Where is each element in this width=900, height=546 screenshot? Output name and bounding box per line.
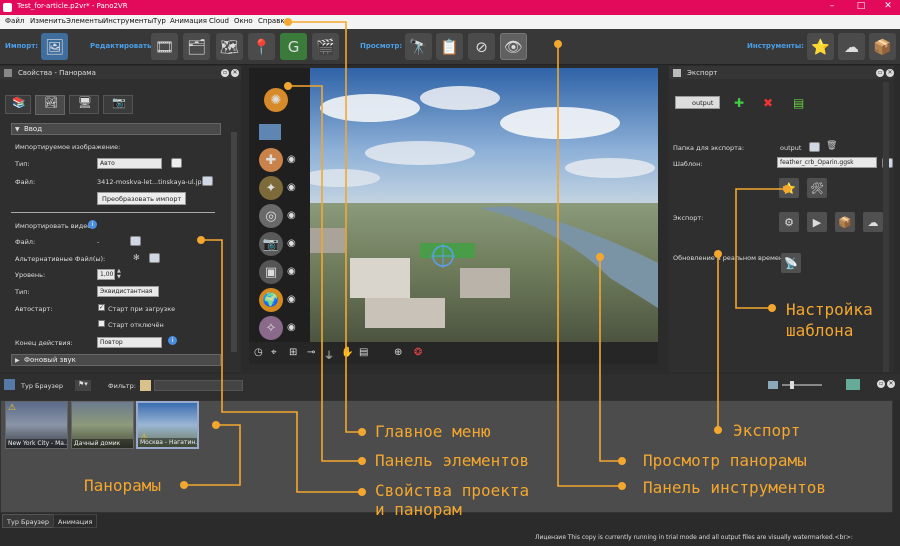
callout-export: Экспорт [733, 421, 801, 440]
callout-main-menu: Главное меню [375, 422, 491, 441]
callout-props-line1: Свойства проекта [375, 481, 530, 500]
callout-template-line2: шаблона [786, 321, 854, 340]
callout-elements: Панель элементов [375, 451, 530, 470]
callout-template-line1: Настройка [786, 300, 873, 319]
callout-tools: Панель инструментов [643, 478, 827, 497]
callout-preview: Просмотр панорамы [643, 451, 807, 470]
callout-props-line2: и панорам [375, 500, 462, 519]
callout-panoramas: Панорамы [84, 476, 162, 495]
